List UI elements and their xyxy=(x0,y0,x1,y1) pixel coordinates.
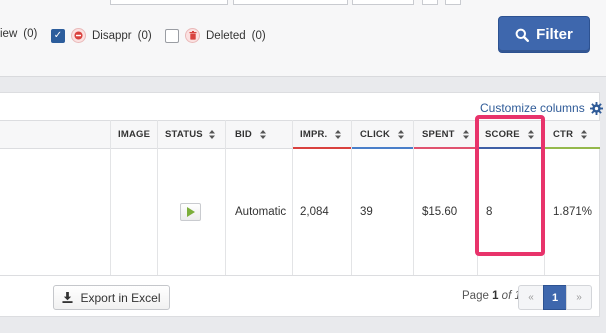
disapproved-label: Disappr xyxy=(92,29,132,42)
score-column-highlight xyxy=(475,115,545,256)
filter-deleted[interactable]: Deleted (0) xyxy=(165,28,266,43)
header-spent-label: SPENT xyxy=(422,129,455,140)
filter-button[interactable]: Filter xyxy=(498,16,590,53)
header-impr[interactable]: IMPR. xyxy=(300,120,342,149)
column-divider xyxy=(157,120,158,275)
header-bid-label: BID xyxy=(235,129,252,140)
disapproved-count: (0) xyxy=(137,29,152,42)
export-excel-label: Export in Excel xyxy=(80,290,161,305)
sort-icon xyxy=(259,130,266,139)
header-impr-label: IMPR. xyxy=(300,129,328,140)
filter-input-stub[interactable] xyxy=(233,0,348,5)
header-click[interactable]: CLICK xyxy=(360,120,405,149)
column-divider xyxy=(225,120,226,275)
pagination-info: Page 1 of 1 xyxy=(462,290,521,302)
header-image: IMAGE xyxy=(118,120,150,149)
header-click-label: CLICK xyxy=(360,129,391,140)
sort-icon xyxy=(208,130,215,139)
cell-ctr: 1.871% xyxy=(553,206,593,218)
play-icon xyxy=(186,207,195,217)
sort-icon xyxy=(581,130,588,139)
sort-icon xyxy=(398,130,405,139)
disapproved-icon xyxy=(71,28,86,43)
filter-button-stub[interactable] xyxy=(422,0,438,5)
header-status-label: STATUS xyxy=(165,129,203,140)
table-footer-divider xyxy=(0,275,600,276)
customize-columns-link[interactable]: Customize columns xyxy=(480,101,603,115)
cell-bid: Automatic xyxy=(235,206,287,218)
filter-review-label: iew xyxy=(0,28,18,40)
filter-select-stub[interactable] xyxy=(352,0,414,5)
header-ctr-accent xyxy=(545,147,600,149)
column-divider xyxy=(292,120,293,275)
download-icon xyxy=(62,292,74,303)
header-impr-accent xyxy=(293,147,351,149)
header-spent-accent xyxy=(414,147,477,149)
cell-spent: $15.60 xyxy=(422,206,458,218)
filter-button-stub[interactable] xyxy=(445,0,461,5)
pagination-page-button[interactable]: 1 xyxy=(543,285,567,310)
column-divider xyxy=(351,120,352,275)
header-spent[interactable]: SPENT xyxy=(422,120,469,149)
gear-icon xyxy=(589,101,603,115)
customize-columns-label: Customize columns xyxy=(480,101,585,115)
header-image-label: IMAGE xyxy=(118,129,151,140)
filter-review[interactable]: iew (0) xyxy=(0,28,37,40)
filter-input-stub[interactable] xyxy=(110,0,228,5)
header-ctr-label: CTR xyxy=(553,129,574,140)
pagination-prev-button[interactable]: « xyxy=(518,285,544,310)
cell-impr: 2,084 xyxy=(300,206,329,218)
search-icon xyxy=(515,28,530,42)
sort-icon xyxy=(335,130,342,139)
status-play-button[interactable] xyxy=(180,203,201,221)
sort-icon xyxy=(462,130,469,139)
deleted-count: (0) xyxy=(251,29,266,42)
export-excel-button[interactable]: Export in Excel xyxy=(53,285,170,310)
filter-disapproved[interactable]: ✓ Disappr (0) xyxy=(51,28,152,43)
column-divider xyxy=(110,120,111,275)
cell-click: 39 xyxy=(360,206,373,218)
header-click-accent xyxy=(352,147,413,149)
filter-button-label: Filter xyxy=(536,26,573,43)
pagination-current: 1 xyxy=(492,290,499,302)
filter-review-count: (0) xyxy=(23,28,38,40)
header-ctr[interactable]: CTR xyxy=(553,120,588,149)
deleted-checkbox[interactable] xyxy=(165,28,179,43)
header-bid[interactable]: BID xyxy=(235,120,266,149)
header-status[interactable]: STATUS xyxy=(165,120,215,149)
trash-icon xyxy=(185,28,200,43)
column-divider xyxy=(413,120,414,275)
disapproved-checkbox[interactable]: ✓ xyxy=(51,28,65,43)
pagination-of: of xyxy=(501,290,512,302)
pagination-prefix: Page xyxy=(462,290,489,302)
pagination-next-button[interactable]: » xyxy=(566,285,592,310)
deleted-label: Deleted xyxy=(206,29,246,42)
